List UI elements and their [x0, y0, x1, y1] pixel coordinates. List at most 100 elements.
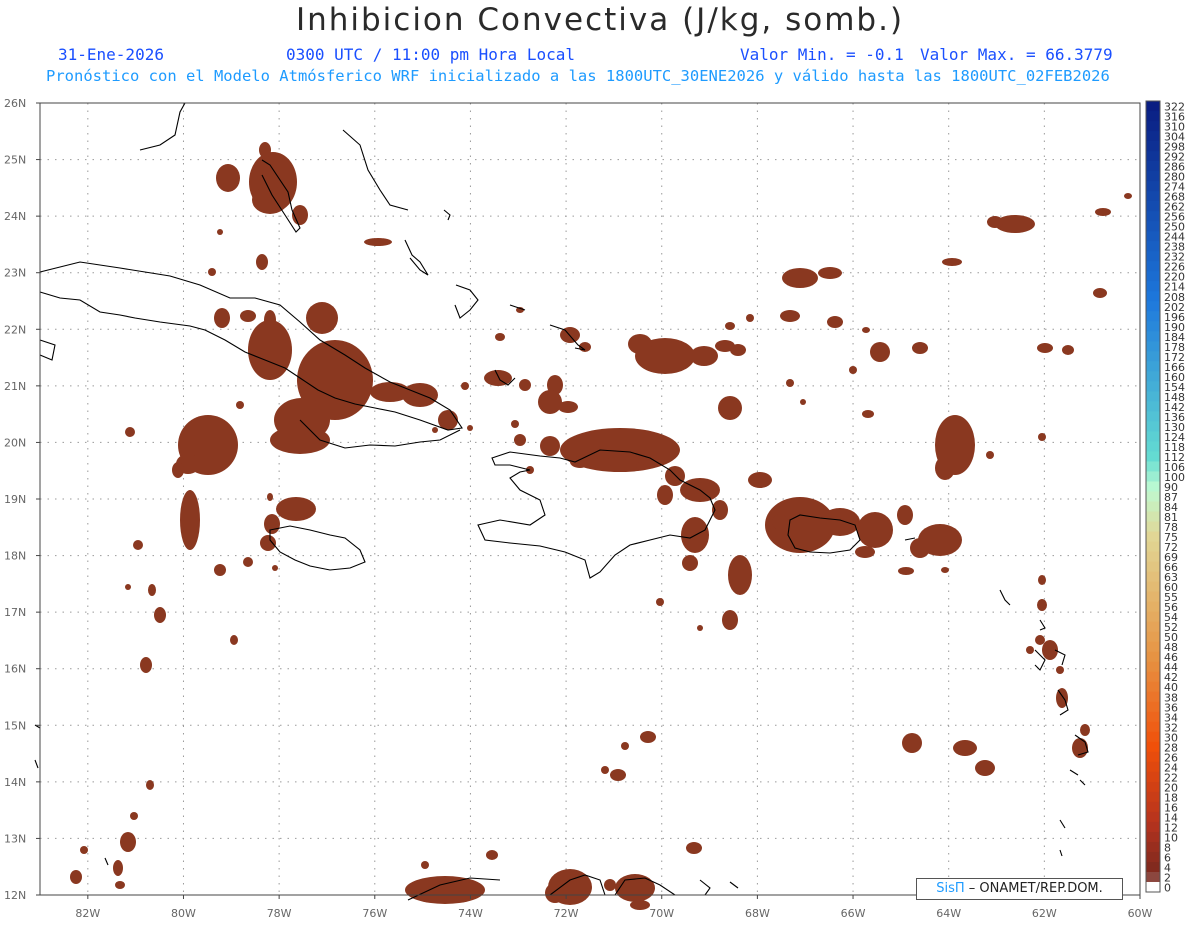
- colorbar-swatch: [1146, 181, 1160, 192]
- lon-tick-label: 60W: [1128, 907, 1153, 920]
- cin-region: [827, 316, 843, 328]
- lon-tick-label: 72W: [554, 907, 579, 920]
- lat-tick-label: 19N: [4, 493, 26, 506]
- colorbar-swatch: [1146, 211, 1160, 222]
- colorbar-swatch: [1146, 221, 1160, 232]
- colorbar-swatch: [1146, 291, 1160, 302]
- colorbar-swatch: [1146, 411, 1160, 422]
- cin-region: [746, 314, 754, 322]
- cin-region: [364, 238, 392, 246]
- cin-region: [484, 370, 512, 386]
- colorbar-swatch: [1146, 131, 1160, 142]
- cin-region: [538, 390, 562, 414]
- cin-region: [248, 320, 292, 380]
- colorbar-swatch: [1146, 581, 1160, 593]
- cin-region: [849, 366, 857, 374]
- coastline: [999, 589, 1011, 606]
- cin-region: [216, 164, 240, 192]
- lon-tick-label: 64W: [936, 907, 961, 920]
- cin-region: [941, 567, 949, 573]
- colorbar-swatch: [1146, 801, 1160, 813]
- colorbar-swatch: [1146, 791, 1160, 803]
- colorbar-swatch: [1146, 421, 1160, 432]
- cin-region: [820, 508, 860, 536]
- colorbar-swatch: [1146, 631, 1160, 643]
- grid-lines: [40, 102, 1141, 896]
- colorbar-swatch: [1146, 551, 1160, 563]
- cin-region: [146, 780, 154, 790]
- colorbar-swatch: [1146, 691, 1160, 703]
- cin-region: [786, 379, 794, 387]
- colorbar-swatch: [1146, 191, 1160, 202]
- cin-region: [1026, 646, 1034, 654]
- cin-region: [140, 657, 152, 673]
- lat-tick-label: 21N: [4, 380, 26, 393]
- coastline: [1079, 779, 1086, 786]
- colorbar-swatch: [1146, 511, 1160, 523]
- cin-region: [728, 555, 752, 595]
- lon-tick-label: 62W: [1032, 907, 1057, 920]
- cin-region: [208, 268, 216, 276]
- coastline: [1059, 849, 1063, 857]
- cin-region: [256, 254, 268, 270]
- cin-region: [1035, 635, 1045, 645]
- colorbar-swatch: [1146, 111, 1160, 122]
- cin-region: [1095, 208, 1111, 216]
- colorbar-swatch: [1146, 491, 1160, 503]
- lat-tick-label: 16N: [4, 663, 26, 676]
- lat-tick-label: 24N: [4, 210, 26, 223]
- colorbar-swatch: [1146, 871, 1160, 883]
- lon-tick-label: 74W: [458, 907, 483, 920]
- colorbar-swatch: [1146, 351, 1160, 362]
- cin-region: [467, 425, 473, 431]
- colorbar-swatch: [1146, 841, 1160, 853]
- cin-region: [230, 635, 238, 645]
- cin-region: [133, 540, 143, 550]
- colorbar-swatch: [1146, 781, 1160, 793]
- cin-region: [870, 342, 890, 362]
- cin-region: [80, 846, 88, 854]
- colorbar-swatch: [1146, 431, 1160, 442]
- cin-region: [486, 850, 498, 860]
- cin-region: [558, 401, 578, 413]
- cin-region: [912, 342, 928, 354]
- colorbar-swatch: [1146, 391, 1160, 402]
- cin-region: [780, 310, 800, 322]
- colorbar-swatch: [1146, 201, 1160, 212]
- coastline: [342, 129, 409, 211]
- cin-region: [935, 456, 955, 480]
- cin-region: [686, 842, 702, 854]
- coastline: [39, 339, 56, 361]
- cin-region: [461, 382, 469, 390]
- cin-region: [421, 861, 429, 869]
- coastline: [443, 209, 451, 221]
- colorbar-swatch: [1146, 281, 1160, 292]
- colorbar-swatch: [1146, 161, 1160, 172]
- colorbar-swatch: [1146, 661, 1160, 673]
- cin-region: [267, 493, 273, 501]
- lat-tick-label: 22N: [4, 323, 26, 336]
- colorbar-swatch: [1146, 721, 1160, 733]
- cin-region: [595, 457, 611, 469]
- colorbar-swatch: [1146, 121, 1160, 132]
- colorbar-swatch: [1146, 751, 1160, 763]
- lat-tick-label: 18N: [4, 550, 26, 563]
- cin-region: [172, 462, 184, 478]
- coastline: [269, 525, 366, 571]
- cin-region: [748, 472, 772, 488]
- coastline: [139, 102, 186, 151]
- colorbar: 3223163103042982922862802742682622562502…: [1145, 100, 1185, 895]
- cin-region: [725, 322, 735, 330]
- colorbar-swatch: [1146, 151, 1160, 162]
- lon-tick-label: 66W: [841, 907, 866, 920]
- cin-region: [272, 565, 278, 571]
- coastline: [729, 881, 739, 889]
- cin-region: [154, 607, 166, 623]
- colorbar-swatch: [1146, 241, 1160, 252]
- cin-region: [942, 258, 962, 266]
- colorbar-swatch: [1146, 811, 1160, 823]
- cin-region: [862, 410, 874, 418]
- colorbar-swatch: [1146, 141, 1160, 152]
- cin-region: [1056, 666, 1064, 674]
- coastline: [34, 759, 39, 769]
